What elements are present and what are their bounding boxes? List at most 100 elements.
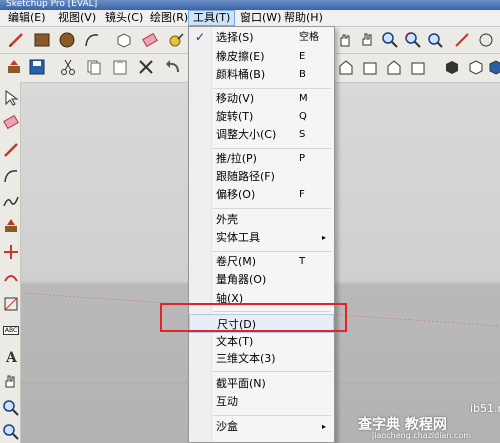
save-icon[interactable]: [27, 57, 47, 77]
push-pull-icon[interactable]: [1, 216, 21, 236]
pencil-icon[interactable]: [6, 30, 26, 50]
tape-measure-icon[interactable]: [166, 30, 186, 50]
position-camera-icon[interactable]: [452, 30, 472, 50]
undo-icon[interactable]: [163, 57, 183, 77]
highlight-annotation-box: [160, 303, 347, 332]
menu-item-label: 推/拉(P): [216, 152, 257, 165]
menu-item-label: 三维文本(3): [216, 352, 276, 365]
freehand-icon[interactable]: [1, 191, 21, 211]
menu-item-shortcut: F: [299, 189, 305, 200]
menu-view[interactable]: 视图(V): [54, 11, 100, 25]
copy-icon[interactable]: [84, 57, 104, 77]
rotate-icon[interactable]: [1, 268, 21, 288]
push-pull-icon[interactable]: [4, 57, 24, 77]
submenu-arrow-icon: ▸: [321, 233, 326, 242]
menu-window[interactable]: 窗口(W): [236, 11, 285, 25]
menu-item-section-plane[interactable]: 截平面(N): [189, 374, 334, 393]
zoom-icon[interactable]: [380, 30, 400, 50]
menu-item-3d-text[interactable]: 三维文本(3): [189, 349, 334, 368]
eraser-icon[interactable]: [140, 30, 160, 50]
watermark-site: ib51.net: [470, 402, 500, 415]
menu-help[interactable]: 帮助(H): [280, 11, 327, 25]
menu-item-label: 量角器(O): [216, 273, 267, 286]
menu-item-label: 颜料桶(B): [216, 68, 266, 81]
menu-item-rotate[interactable]: 旋转(T) Q: [189, 107, 334, 126]
hand-icon[interactable]: [358, 30, 378, 50]
arc-icon[interactable]: [1, 166, 21, 186]
zoom-window-icon[interactable]: [1, 422, 21, 442]
zoom-icon[interactable]: [1, 398, 21, 418]
paste-icon[interactable]: [110, 57, 130, 77]
previous-view-icon[interactable]: [425, 30, 445, 50]
menu-item-label: 橡皮擦(E): [216, 50, 265, 63]
menu-item-shortcut: M: [299, 93, 308, 104]
make-component-icon[interactable]: [114, 30, 134, 50]
check-icon: ✓: [195, 30, 206, 44]
menu-item-label: 调整大小(C): [216, 128, 277, 141]
menu-item-label: 沙盒: [216, 420, 238, 433]
menu-item-select[interactable]: ✓ 选择(S) 空格: [189, 28, 334, 47]
menu-item-paint-bucket[interactable]: 颜料桶(B) B: [189, 65, 334, 84]
menu-item-scale[interactable]: 调整大小(C) S: [189, 125, 334, 144]
menu-item-label: 偏移(O): [216, 188, 256, 201]
left-toolbar: ABC A: [0, 82, 21, 443]
menu-edit[interactable]: 编辑(E): [4, 11, 50, 25]
watermark-url: jiaocheng.chazidian.com: [372, 431, 472, 440]
menu-item-label: 移动(V): [216, 92, 255, 105]
menu-item-label: 互动: [216, 395, 238, 408]
menu-item-eraser[interactable]: 橡皮擦(E) E: [189, 47, 334, 66]
menu-item-move[interactable]: 移动(V) M: [189, 89, 334, 108]
pan-icon[interactable]: [335, 30, 355, 50]
xray-icon[interactable]: [442, 57, 462, 77]
menu-item-shortcut: E: [299, 51, 306, 62]
delete-icon[interactable]: [136, 57, 156, 77]
front-view-icon[interactable]: [384, 57, 404, 77]
top-view-icon[interactable]: [360, 57, 380, 77]
3d-text-icon[interactable]: A: [1, 346, 21, 366]
menu-item-shortcut: T: [299, 256, 306, 267]
menu-separator: [213, 371, 331, 372]
menu-separator: [213, 415, 331, 416]
abc-badge: ABC: [2, 325, 20, 335]
menu-item-outer-shell[interactable]: 外壳: [189, 210, 334, 229]
arc-icon[interactable]: [82, 30, 102, 50]
menu-draw[interactable]: 绘图(R): [146, 11, 192, 25]
menu-camera[interactable]: 镜头(C): [101, 11, 147, 25]
menu-item-protractor[interactable]: 量角器(O): [189, 270, 334, 289]
shaded-icon[interactable]: [486, 57, 500, 77]
menu-item-tape-measure[interactable]: 卷尺(M) T: [189, 252, 334, 271]
move-icon[interactable]: [1, 242, 21, 262]
menu-item-solid-tools[interactable]: 实体工具 ▸: [189, 228, 334, 247]
cut-icon[interactable]: [58, 57, 78, 77]
wireframe-icon[interactable]: [466, 57, 486, 77]
menu-item-label: 跟随路径(F): [216, 170, 275, 183]
walk-icon[interactable]: [476, 30, 496, 50]
iso-view-icon[interactable]: [336, 57, 356, 77]
menu-item-push-pull[interactable]: 推/拉(P) P: [189, 149, 334, 168]
select-icon[interactable]: [1, 88, 21, 108]
right-view-icon[interactable]: [408, 57, 428, 77]
menu-item-shortcut: P: [299, 153, 306, 164]
window-title: Sketchup Pro [EVAL]: [0, 0, 500, 10]
pencil-icon[interactable]: [1, 140, 21, 160]
menu-tools[interactable]: 工具(T): [188, 10, 236, 26]
eraser-icon[interactable]: [1, 112, 21, 132]
menu-item-follow-me[interactable]: 跟随路径(F): [189, 167, 334, 186]
scale-icon[interactable]: [1, 294, 21, 314]
menu-item-label: 实体工具: [216, 231, 260, 244]
tools-dropdown-menu: ✓ 选择(S) 空格 橡皮擦(E) E 颜料桶(B) B 移动(V) M 旋转(…: [188, 26, 335, 443]
circle-icon[interactable]: [57, 30, 77, 50]
menu-item-shortcut: S: [299, 129, 306, 140]
orbit-icon[interactable]: [1, 372, 21, 392]
menu-item-label: 旋转(T): [216, 110, 254, 123]
menu-item-sandbox[interactable]: 沙盒 ▸: [189, 417, 334, 436]
text-badge-icon[interactable]: ABC: [1, 320, 21, 340]
menu-item-shortcut: 空格: [299, 32, 319, 43]
menu-item-interact[interactable]: 互动: [189, 392, 334, 411]
menu-item-offset[interactable]: 偏移(O) F: [189, 185, 334, 204]
zoom-extents-icon[interactable]: [403, 30, 423, 50]
menu-item-label: 选择(S): [216, 31, 254, 44]
menu-item-label: 外壳: [216, 213, 238, 226]
rectangle-icon[interactable]: [32, 30, 52, 50]
menu-item-shortcut: Q: [299, 111, 307, 122]
